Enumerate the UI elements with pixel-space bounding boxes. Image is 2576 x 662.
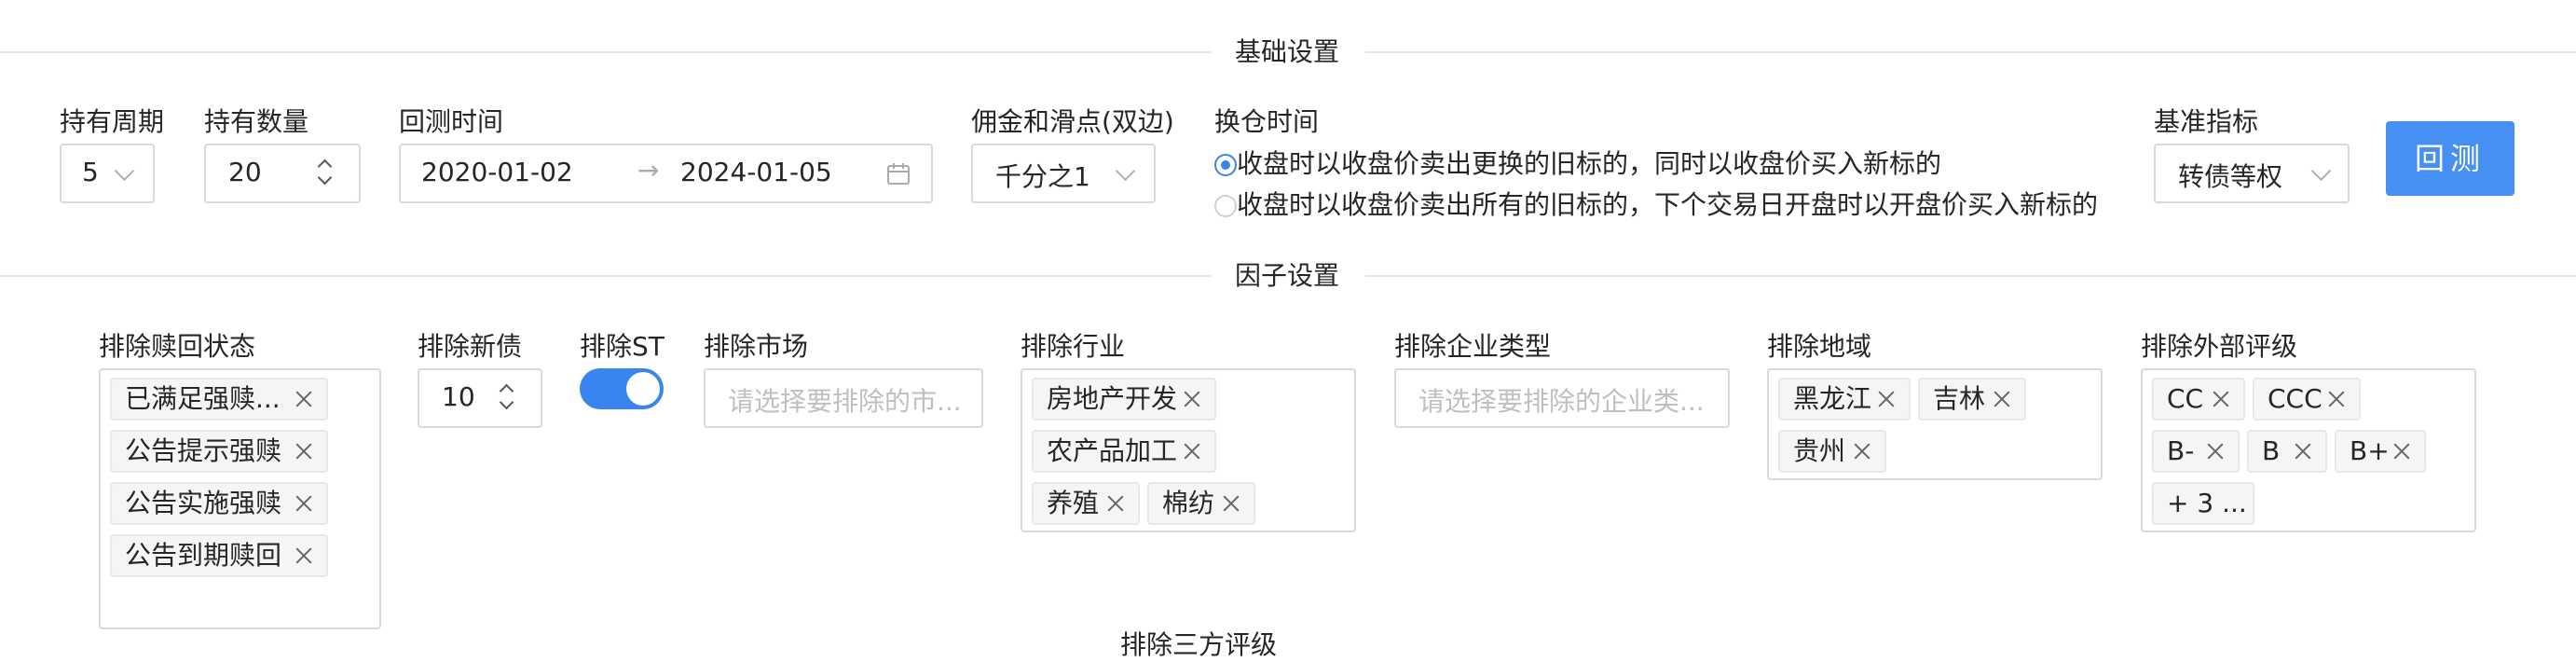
commission-value: 千分之1	[995, 161, 1090, 192]
toggle-knob	[626, 372, 660, 406]
backtest-date-range[interactable]: 2020-01-02 → 2024-01-05	[399, 144, 933, 203]
region-multiselect[interactable]: 黑龙江 吉林 贵州	[1767, 368, 2103, 480]
close-icon[interactable]	[2323, 386, 2350, 412]
benchmark-value: 转债等权	[2178, 161, 2283, 192]
backtest-button[interactable]: 回测	[2386, 121, 2514, 196]
benchmark-select[interactable]: 转债等权	[2154, 144, 2350, 203]
close-icon[interactable]	[2208, 386, 2234, 412]
tag: 已满足强赎...	[110, 378, 328, 421]
basic-settings-divider: 基础设置	[0, 26, 2576, 78]
close-icon[interactable]	[2389, 438, 2415, 464]
close-icon[interactable]	[2290, 438, 2316, 464]
st-toggle[interactable]	[580, 368, 664, 409]
close-icon[interactable]	[1179, 438, 1205, 464]
chevron-down-icon	[114, 160, 135, 182]
company-type-placeholder: 请选择要排除的企业类...	[1418, 386, 1705, 417]
industry-label: 排除行业	[1021, 331, 1126, 362]
tag: 公告到期赎回	[110, 534, 328, 577]
close-icon[interactable]	[1849, 438, 1875, 464]
rating-label: 排除外部评级	[2141, 331, 2298, 362]
stepper-icon[interactable]	[496, 381, 516, 415]
rebalance-label: 换仓时间	[1214, 106, 1320, 137]
tag: CCC	[2253, 378, 2361, 421]
tag: 公告提示强赎	[110, 430, 328, 473]
close-icon[interactable]	[1179, 386, 1205, 412]
tag: 房地产开发	[1032, 378, 1216, 421]
redemption-multiselect[interactable]: 已满足强赎... 公告提示强赎 公告实施强赎 公告到期赎回	[99, 368, 381, 629]
end-date[interactable]: 2024-01-05	[680, 157, 832, 187]
holding-count-label: 持有数量	[204, 106, 309, 137]
close-icon[interactable]	[291, 490, 317, 517]
start-date[interactable]: 2020-01-02	[421, 157, 573, 187]
tag: B-	[2152, 430, 2240, 473]
calendar-icon	[887, 163, 910, 185]
commission-select[interactable]: 千分之1	[971, 144, 1156, 203]
industry-multiselect[interactable]: 房地产开发 农产品加工 养殖 棉纺	[1021, 368, 1356, 532]
close-icon[interactable]	[1989, 386, 2015, 412]
close-icon[interactable]	[291, 386, 317, 412]
close-icon[interactable]	[1873, 386, 1899, 412]
tag: 养殖	[1032, 482, 1140, 525]
new-bonds-input[interactable]: 10	[418, 368, 542, 428]
market-placeholder: 请选择要排除的市...	[728, 386, 962, 417]
more-tag[interactable]: + 3 ...	[2152, 482, 2254, 525]
chevron-down-icon	[1115, 160, 1136, 182]
new-bonds-label: 排除新债	[418, 331, 523, 362]
rebalance-option-2-text: 收盘时以收盘价卖出所有的旧标的，下个交易日开盘时以开盘价买入新标的	[1237, 189, 2099, 220]
third-party-rating-label: 排除三方评级	[1120, 629, 1278, 660]
radio-checked[interactable]	[1214, 154, 1237, 176]
tag: 贵州	[1778, 430, 1886, 473]
tag: CC	[2152, 378, 2245, 421]
tag: 吉林	[1918, 378, 2026, 421]
holding-period-select[interactable]: 5	[60, 144, 155, 203]
commission-label: 佣金和滑点(双边)	[971, 106, 1174, 137]
tag: B	[2247, 430, 2327, 473]
tag: 农产品加工	[1032, 430, 1216, 473]
region-label: 排除地域	[1767, 331, 1872, 362]
close-icon[interactable]	[291, 543, 317, 569]
tag: 黑龙江	[1778, 378, 1911, 421]
close-icon[interactable]	[1218, 490, 1244, 517]
holding-count-input[interactable]: 20	[204, 144, 361, 203]
rating-multiselect[interactable]: CC CCC B- B B+ + 3 ...	[2141, 368, 2476, 532]
benchmark-label: 基准指标	[2154, 106, 2259, 137]
factor-settings-divider: 因子设置	[0, 250, 2576, 302]
tag: 棉纺	[1147, 482, 1255, 525]
st-label: 排除ST	[580, 331, 665, 362]
backtest-time-label: 回测时间	[399, 106, 504, 137]
holding-period-label: 持有周期	[60, 106, 165, 137]
stepper-icon[interactable]	[314, 157, 335, 190]
market-label: 排除市场	[704, 331, 809, 362]
factor-settings-title: 因子设置	[1235, 260, 1340, 291]
basic-settings-title: 基础设置	[1235, 36, 1340, 67]
holding-count-value: 20	[228, 157, 262, 187]
chevron-down-icon	[2310, 160, 2332, 182]
market-select[interactable]: 请选择要排除的市...	[704, 368, 983, 428]
new-bonds-value: 10	[442, 381, 475, 412]
holding-period-value: 5	[82, 157, 99, 187]
close-icon[interactable]	[2202, 438, 2228, 464]
redemption-label: 排除赎回状态	[99, 331, 256, 362]
radio-unchecked[interactable]	[1214, 195, 1237, 217]
company-type-select[interactable]: 请选择要排除的企业类...	[1394, 368, 1730, 428]
tag: 公告实施强赎	[110, 482, 328, 525]
range-arrow-icon: →	[637, 155, 660, 186]
rebalance-option-1-text: 收盘时以收盘价卖出更换的旧标的，同时以收盘价买入新标的	[1237, 148, 1942, 179]
tag: B+	[2335, 430, 2426, 473]
close-icon[interactable]	[1103, 490, 1129, 517]
company-type-label: 排除企业类型	[1394, 331, 1552, 362]
close-icon[interactable]	[291, 438, 317, 464]
